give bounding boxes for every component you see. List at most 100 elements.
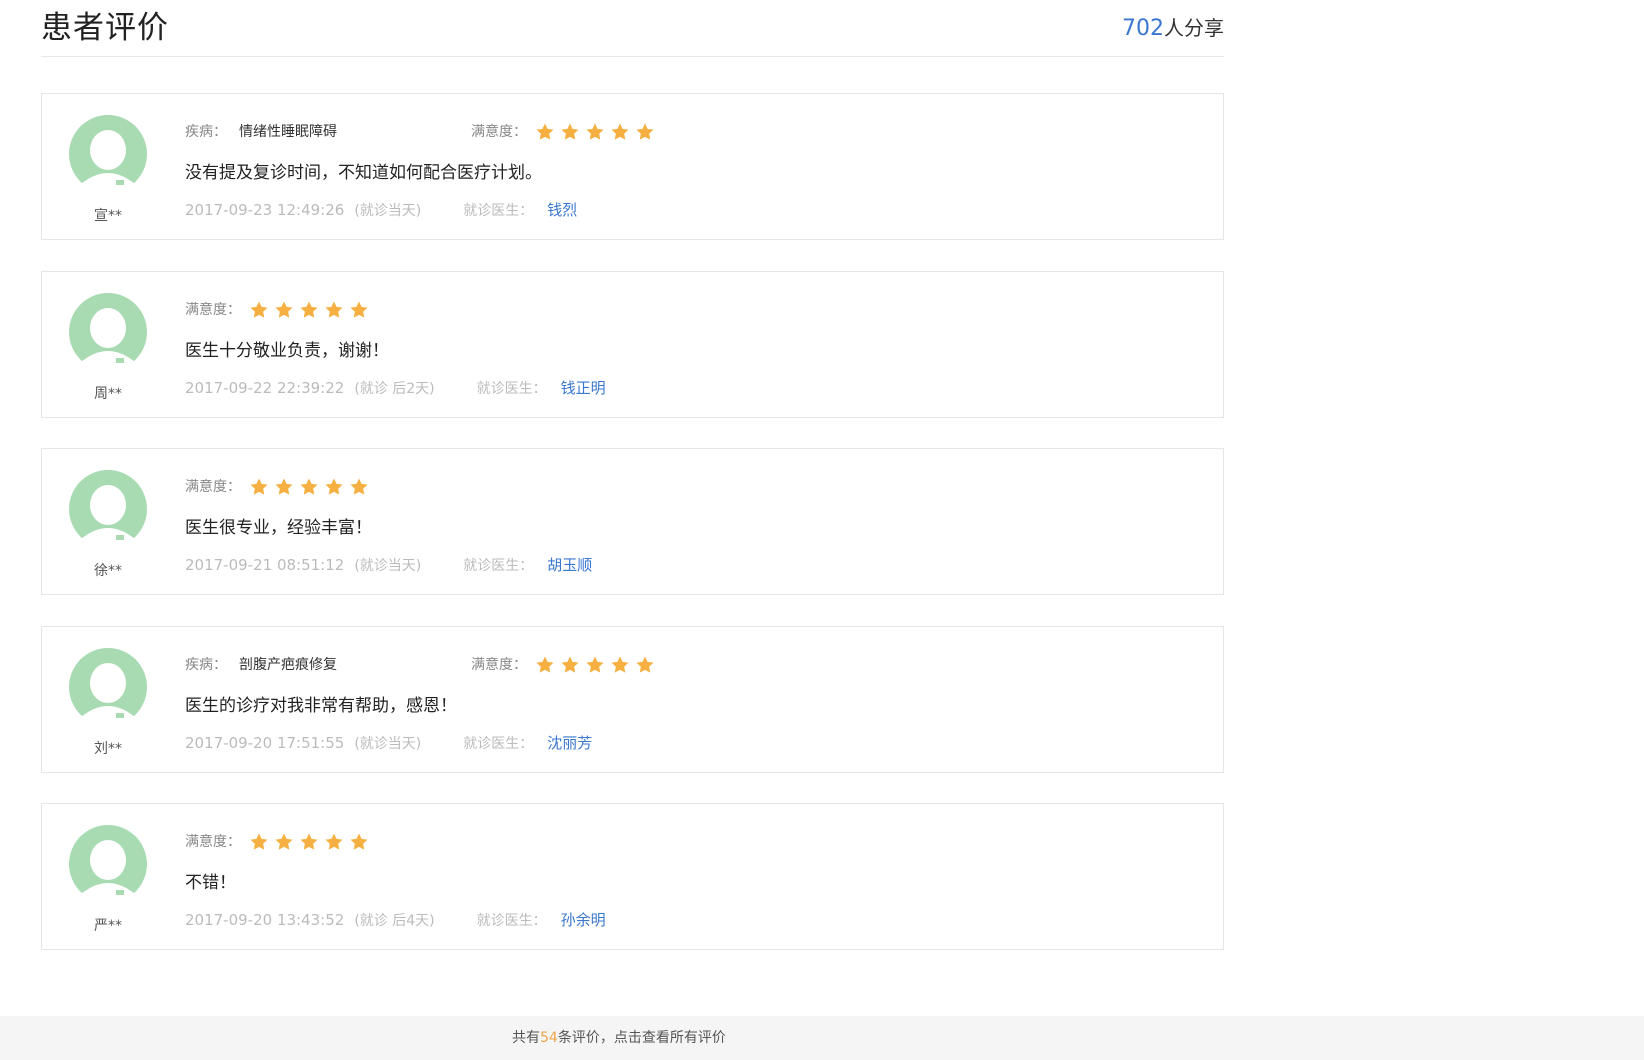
disease-value: 情绪性睡眠障碍 [239, 124, 337, 140]
review-meta: 2017-09-20 17:51:55 (就诊当天) 就诊医生： 沈丽芳 [185, 732, 592, 755]
visit-timing: (就诊当天) [354, 203, 422, 219]
star-icon [324, 477, 344, 497]
doctor-label: 就诊医生： [476, 381, 547, 397]
doctor-label: 就诊医生： [463, 203, 534, 219]
star-icon [535, 655, 555, 675]
review-meta: 2017-09-21 08:51:12 (就诊当天) 就诊医生： 胡玉顺 [185, 554, 592, 577]
share-count-number: 702 [1122, 16, 1164, 41]
star-icon [535, 122, 555, 142]
star-icon [560, 655, 580, 675]
review-card: 刘** 疾病： 剖腹产疤痕修复 满意度： 医生的诊疗对我非常有帮助，感恩！ 2017-09… [41, 626, 1224, 773]
star-icon [610, 655, 630, 675]
review-datetime: 2017-09-20 17:51:55 [185, 734, 345, 752]
satisfaction-label: 满意度： [185, 834, 241, 850]
review-info-row: 满意度： [185, 830, 374, 854]
review-card: 宣** 疾病： 情绪性睡眠障碍 满意度： 没有提及复诊时间，不知道如何配合医疗计划。 20… [41, 93, 1224, 240]
rating-stars [249, 298, 374, 322]
star-icon [299, 832, 319, 852]
star-icon [610, 122, 630, 142]
review-meta: 2017-09-23 12:49:26 (就诊当天) 就诊医生： 钱烈 [185, 199, 577, 222]
reviewer-name: 宣** [94, 208, 122, 224]
star-icon [249, 300, 269, 320]
view-all-reviews-link[interactable]: 共有54条评价，点击查看所有评价 [512, 1027, 726, 1049]
star-icon [324, 300, 344, 320]
review-datetime: 2017-09-21 08:51:12 [185, 556, 345, 574]
disease-block: 疾病： 情绪性睡眠障碍 [185, 120, 471, 144]
visit-timing: (就诊 后2天) [354, 381, 435, 397]
footer-suffix: 条评价，点击查看所有评价 [557, 1030, 726, 1046]
review-datetime: 2017-09-23 12:49:26 [185, 201, 345, 219]
avatar [68, 469, 148, 549]
star-icon [349, 832, 369, 852]
visit-timing: (就诊 后4天) [354, 913, 435, 929]
disease-value: 剖腹产疤痕修复 [239, 657, 337, 673]
review-info-row: 满意度： [185, 298, 374, 322]
page-title: 患者评价 [41, 10, 169, 46]
star-icon [324, 832, 344, 852]
review-card: 徐** 满意度： 医生很专业，经验丰富！ 2017-09-21 08:51:12 (就诊… [41, 448, 1224, 595]
satisfaction-block: 满意度： [185, 830, 374, 854]
reviewer-name: 严** [94, 918, 122, 934]
star-icon [635, 122, 655, 142]
doctor-label: 就诊医生： [463, 558, 534, 574]
star-icon [560, 122, 580, 142]
disease-block: 疾病： 剖腹产疤痕修复 [185, 653, 471, 677]
doctor-link[interactable]: 钱烈 [547, 201, 577, 219]
share-count-suffix: 人分享 [1164, 16, 1224, 40]
review-comment: 没有提及复诊时间，不知道如何配合医疗计划。 [185, 163, 542, 183]
star-icon [349, 477, 369, 497]
reviewer-name: 周** [94, 386, 122, 402]
rating-stars [249, 830, 374, 854]
reviews-footer: 共有54条评价，点击查看所有评价 [0, 1016, 1644, 1060]
reviewer-name: 刘** [94, 741, 122, 757]
review-datetime: 2017-09-20 13:43:52 [185, 911, 345, 929]
satisfaction-block: 满意度： [185, 298, 374, 322]
avatar [68, 114, 148, 194]
patient-reviews-page: 患者评价 702人分享 宣** 疾病： 情绪性睡眠障碍 满意度： 没有提及复诊时间，不知… [0, 0, 1644, 1060]
star-icon [274, 832, 294, 852]
review-comment: 不错！ [185, 873, 236, 893]
doctor-label: 就诊医生： [476, 913, 547, 929]
reviews-header: 患者评价 702人分享 [41, 0, 1224, 57]
review-datetime: 2017-09-22 22:39:22 [185, 379, 345, 397]
star-icon [299, 477, 319, 497]
rating-stars [249, 475, 374, 499]
star-icon [349, 300, 369, 320]
review-info-row: 满意度： [185, 475, 374, 499]
avatar [68, 292, 148, 372]
doctor-link[interactable]: 沈丽芳 [547, 734, 592, 752]
review-card: 严** 满意度： 不错！ 2017-09-20 13:43:52 (就诊 后4天) 就诊医… [41, 803, 1224, 950]
star-icon [249, 832, 269, 852]
review-meta: 2017-09-20 13:43:52 (就诊 后4天) 就诊医生： 孙余明 [185, 909, 606, 932]
disease-label: 疾病： [185, 657, 227, 673]
star-icon [585, 655, 605, 675]
visit-timing: (就诊当天) [354, 736, 422, 752]
review-comment: 医生十分敬业负责，谢谢！ [185, 341, 389, 361]
rating-stars [535, 653, 660, 677]
star-icon [299, 300, 319, 320]
avatar [68, 824, 148, 904]
disease-label: 疾病： [185, 124, 227, 140]
star-icon [635, 655, 655, 675]
rating-stars [535, 120, 660, 144]
review-comment: 医生很专业，经验丰富！ [185, 518, 372, 538]
share-count: 702人分享 [1122, 14, 1224, 43]
star-icon [274, 300, 294, 320]
satisfaction-block: 满意度： [471, 653, 660, 677]
doctor-label: 就诊医生： [463, 736, 534, 752]
satisfaction-label: 满意度： [185, 479, 241, 495]
review-info-row: 疾病： 剖腹产疤痕修复 满意度： [185, 653, 660, 677]
doctor-link[interactable]: 孙余明 [561, 911, 606, 929]
review-info-row: 疾病： 情绪性睡眠障碍 满意度： [185, 120, 660, 144]
satisfaction-label: 满意度： [471, 124, 527, 140]
doctor-link[interactable]: 钱正明 [561, 379, 606, 397]
doctor-link[interactable]: 胡玉顺 [547, 556, 592, 574]
review-total-count: 54 [540, 1030, 558, 1046]
reviewer-name: 徐** [94, 563, 122, 579]
satisfaction-block: 满意度： [185, 475, 374, 499]
star-icon [274, 477, 294, 497]
review-meta: 2017-09-22 22:39:22 (就诊 后2天) 就诊医生： 钱正明 [185, 377, 606, 400]
review-card: 周** 满意度： 医生十分敬业负责，谢谢！ 2017-09-22 22:39:22 (就… [41, 271, 1224, 418]
satisfaction-label: 满意度： [471, 657, 527, 673]
satisfaction-block: 满意度： [471, 120, 660, 144]
